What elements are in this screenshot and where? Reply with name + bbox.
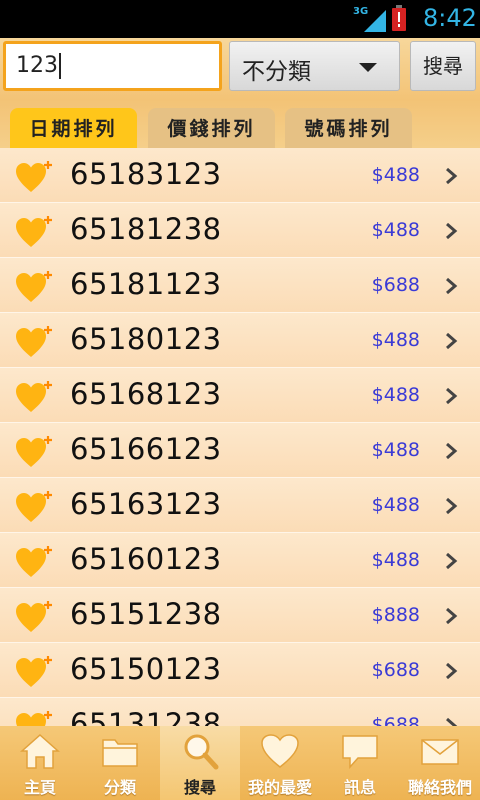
item-number: 65160123: [70, 542, 222, 576]
nav-contact[interactable]: 聯絡我們: [400, 726, 480, 800]
list-item[interactable]: 65151238 $888: [0, 588, 480, 643]
nav-home[interactable]: 主頁: [0, 726, 80, 800]
add-favorite-heart-icon[interactable]: [14, 655, 54, 689]
item-number: 65163123: [70, 487, 222, 521]
chevron-right-icon: [446, 552, 458, 570]
nav-search[interactable]: 搜尋: [160, 726, 240, 800]
item-number: 65150123: [70, 652, 222, 686]
folder-icon: [102, 739, 138, 767]
item-number: 65131238: [70, 707, 222, 726]
list-item[interactable]: 65163123 $488: [0, 478, 480, 533]
add-favorite-heart-icon[interactable]: [14, 325, 54, 359]
heart-icon: [261, 734, 299, 768]
nav-label: 主頁: [23, 778, 56, 797]
item-number: 65181238: [70, 212, 222, 246]
nav-favorites[interactable]: 我的最愛: [240, 726, 320, 800]
nav-label: 聯絡我們: [407, 778, 472, 797]
search-button[interactable]: 搜尋: [410, 41, 476, 91]
list-item[interactable]: 65166123 $488: [0, 423, 480, 478]
item-number: 65168123: [70, 377, 222, 411]
chevron-right-icon: [446, 662, 458, 680]
bottom-nav: 主頁 分類 搜尋 我的最愛 訊息 聯絡我們: [0, 726, 480, 800]
text-caret: [59, 53, 61, 79]
item-price: $488: [371, 164, 420, 186]
add-favorite-heart-icon[interactable]: [14, 380, 54, 414]
nav-messages[interactable]: 訊息: [320, 726, 400, 800]
chevron-right-icon: [446, 442, 458, 460]
list-item[interactable]: 65168123 $488: [0, 368, 480, 423]
signal-icon: [364, 10, 386, 32]
item-number: 65183123: [70, 157, 222, 191]
clock: 8:42: [423, 4, 477, 32]
chevron-right-icon: [446, 332, 458, 350]
list-item[interactable]: 65131238 $688: [0, 698, 480, 726]
chevron-right-icon: [446, 497, 458, 515]
add-favorite-heart-icon[interactable]: [14, 270, 54, 304]
item-price: $688: [371, 714, 420, 726]
sort-tabs: 日期排列 價錢排列 號碼排列: [0, 100, 480, 148]
search-bar: 123 不分類 搜尋: [0, 38, 480, 100]
add-favorite-heart-icon[interactable]: [14, 710, 54, 726]
list-item[interactable]: 65150123 $688: [0, 643, 480, 698]
tab-sort-by-price[interactable]: 價錢排列: [148, 108, 275, 148]
chevron-right-icon: [446, 607, 458, 625]
add-favorite-heart-icon[interactable]: [14, 600, 54, 634]
nav-label: 搜尋: [183, 778, 216, 797]
item-price: $688: [371, 659, 420, 681]
search-input-value: 123: [16, 53, 58, 78]
chevron-right-icon: [446, 167, 458, 185]
add-favorite-heart-icon[interactable]: [14, 490, 54, 524]
list-item[interactable]: 65181238 $488: [0, 203, 480, 258]
item-price: $488: [371, 219, 420, 241]
item-number: 65181123: [70, 267, 222, 301]
message-icon: [342, 735, 378, 769]
item-price: $488: [371, 549, 420, 571]
dropdown-arrow-icon: [359, 63, 377, 72]
chevron-right-icon: [446, 222, 458, 240]
chevron-right-icon: [446, 717, 458, 726]
search-icon: [184, 734, 219, 770]
item-price: $488: [371, 384, 420, 406]
nav-label: 我的最愛: [247, 778, 312, 797]
list-item[interactable]: 65160123 $488: [0, 533, 480, 588]
chevron-right-icon: [446, 387, 458, 405]
mail-icon: [421, 739, 459, 765]
item-number: 65180123: [70, 322, 222, 356]
list-item[interactable]: 65180123 $488: [0, 313, 480, 368]
item-number: 65166123: [70, 432, 222, 466]
category-dropdown-label: 不分類: [242, 59, 311, 85]
tab-sort-by-date[interactable]: 日期排列: [10, 108, 137, 148]
search-input[interactable]: 123: [3, 41, 222, 91]
number-list: 65183123 $488 65181238 $488 65181123 $68…: [0, 148, 480, 726]
item-price: $488: [371, 329, 420, 351]
add-favorite-heart-icon[interactable]: [14, 215, 54, 249]
item-price: $688: [371, 274, 420, 296]
tab-sort-by-number[interactable]: 號碼排列: [285, 108, 412, 148]
add-favorite-heart-icon[interactable]: [14, 545, 54, 579]
item-price: $488: [371, 494, 420, 516]
item-number: 65151238: [70, 597, 222, 631]
nav-label: 分類: [103, 778, 136, 797]
item-price: $888: [371, 604, 420, 626]
chevron-right-icon: [446, 277, 458, 295]
list-item[interactable]: 65183123 $488: [0, 148, 480, 203]
battery-alert-icon: [392, 5, 406, 31]
list-item[interactable]: 65181123 $688: [0, 258, 480, 313]
add-favorite-heart-icon[interactable]: [14, 160, 54, 194]
status-bar: 3G 8:42: [0, 0, 480, 38]
category-dropdown[interactable]: 不分類: [229, 41, 400, 91]
item-price: $488: [371, 439, 420, 461]
nav-categories[interactable]: 分類: [80, 726, 160, 800]
add-favorite-heart-icon[interactable]: [14, 435, 54, 469]
nav-label: 訊息: [343, 778, 376, 797]
home-icon: [20, 733, 60, 769]
